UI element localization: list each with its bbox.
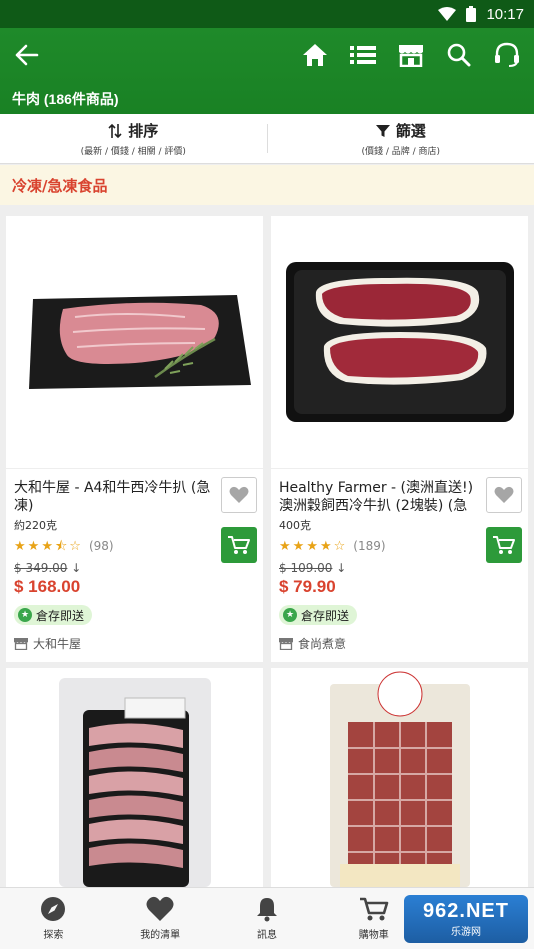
stock-badge: ★ 倉存即送: [14, 605, 93, 625]
review-count: (98): [88, 539, 114, 553]
price-down-arrow-icon: ↓: [336, 561, 347, 575]
store-button[interactable]: [394, 38, 428, 72]
shop-link[interactable]: 大和牛屋: [14, 635, 81, 652]
star-full-icon: ★: [41, 538, 53, 554]
list-icon: [350, 46, 376, 64]
heart-icon: [146, 896, 174, 921]
filter-label: 篩選: [395, 122, 426, 140]
sort-button[interactable]: 排序 (最新 / 價錢 / 相關 / 評價): [0, 114, 267, 163]
product-info: Healthy Farmer - (澳洲直送!) 澳洲穀飼西冷牛扒 (2塊裝) …: [271, 468, 528, 651]
status-time: 10:17: [486, 5, 524, 23]
sale-price: $ 79.90: [279, 577, 336, 596]
home-button[interactable]: [298, 38, 332, 72]
sort-options-hint: (最新 / 價錢 / 相關 / 評價): [80, 147, 186, 157]
product-name[interactable]: 大和牛屋 - A4和牛西冷牛扒 (急凍): [14, 479, 212, 515]
product-card[interactable]: 大和牛屋 - A4和牛西冷牛扒 (急凍) 約220克 ★ ★ ★ ⯪ ☆ (98…: [6, 216, 263, 662]
sort-label: 排序: [128, 122, 159, 140]
star-full-icon: ★: [306, 538, 318, 554]
star-empty-icon: ☆: [69, 538, 81, 554]
sale-price: $ 168.00: [14, 577, 81, 596]
store-icon: [399, 45, 423, 67]
list-button[interactable]: [346, 38, 380, 72]
filter-button[interactable]: 篩選 (價錢 / 品牌 / 商店): [268, 114, 534, 163]
battery-icon: [466, 6, 477, 22]
product-name[interactable]: Healthy Farmer - (澳洲直送!) 澳洲穀飼西冷牛扒 (2塊裝) …: [279, 479, 477, 515]
product-image[interactable]: [6, 216, 263, 468]
star-full-icon: ★: [279, 538, 291, 554]
product-image[interactable]: [271, 668, 528, 887]
add-to-wishlist-button[interactable]: [221, 477, 257, 513]
nav-messages-label: 訊息: [256, 930, 277, 941]
star-half-icon: ⯪: [54, 538, 68, 554]
add-to-cart-button[interactable]: [221, 527, 257, 563]
star-badge-icon: ★: [283, 608, 297, 622]
support-button[interactable]: [490, 38, 524, 72]
product-rating: ★ ★ ★ ★ ☆ (189): [279, 539, 386, 553]
star-full-icon: ★: [292, 538, 305, 554]
stock-badge: ★ 倉存即送: [279, 605, 358, 625]
back-arrow-icon: [15, 44, 39, 66]
sliced-beef-pack-image: [58, 678, 211, 887]
add-to-wishlist-button[interactable]: [486, 477, 522, 513]
wagyu-steak-image: [28, 295, 251, 389]
home-icon: [303, 44, 327, 66]
filter-options-hint: (價錢 / 品牌 / 商店): [361, 147, 441, 157]
shop-name: 食尚煮意: [298, 637, 347, 651]
back-button[interactable]: [12, 40, 42, 70]
review-count: (189): [353, 539, 386, 553]
nav-messages[interactable]: 訊息: [214, 888, 321, 949]
product-card[interactable]: [271, 668, 528, 887]
sirloin-steak-tray-image: [285, 262, 514, 422]
original-price: $ 349.00 ↓: [14, 561, 82, 575]
category-banner: 冷凍/急凍食品: [0, 165, 534, 205]
wifi-icon: [438, 7, 457, 21]
shop-name: 大和牛屋: [33, 637, 82, 651]
price-down-arrow-icon: ↓: [71, 561, 82, 575]
star-full-icon: ★: [14, 538, 26, 554]
original-price: $ 109.00 ↓: [279, 561, 347, 575]
sort-filter-bar: 排序 (最新 / 價錢 / 相關 / 評價) 篩選 (價錢 / 品牌 / 商店): [0, 114, 534, 164]
star-full-icon: ★: [27, 538, 40, 554]
bell-icon: [256, 898, 277, 922]
top-icons: [298, 38, 524, 72]
add-to-cart-button[interactable]: [486, 527, 522, 563]
heart-icon: [229, 486, 249, 503]
star-full-icon: ★: [319, 538, 332, 554]
cart-icon: [359, 897, 389, 921]
shop-link[interactable]: 食尚煮意: [279, 635, 346, 652]
nav-cart-label: 購物車: [358, 930, 389, 941]
app-bar: 牛肉 (186件商品): [0, 28, 534, 114]
product-rating: ★ ★ ★ ⯪ ☆ (98): [14, 539, 114, 553]
watermark-logo: 962.NET 乐游网: [404, 895, 528, 943]
sort-arrows-icon: [108, 123, 122, 138]
nav-explore[interactable]: 探索: [0, 888, 107, 949]
category-label: 冷凍/急凍食品: [12, 176, 108, 195]
nav-explore-label: 探索: [43, 930, 64, 941]
headset-icon: [495, 42, 519, 67]
filter-funnel-icon: [375, 124, 390, 137]
shop-icon: [14, 638, 28, 650]
search-icon: [447, 43, 471, 67]
nav-wishlist-label: 我的清單: [140, 930, 181, 941]
nav-wishlist[interactable]: 我的清單: [107, 888, 214, 949]
cart-icon: [228, 536, 250, 554]
page-title: 牛肉 (186件商品): [12, 91, 119, 107]
shop-icon: [279, 638, 293, 650]
star-empty-icon: ☆: [333, 538, 346, 554]
product-weight: 400克: [279, 519, 311, 532]
search-button[interactable]: [442, 38, 476, 72]
product-image[interactable]: [6, 668, 263, 887]
status-bar: 10:17: [0, 0, 534, 28]
product-info: 大和牛屋 - A4和牛西冷牛扒 (急凍) 約220克 ★ ★ ★ ⯪ ☆ (98…: [6, 468, 263, 651]
product-weight: 約220克: [14, 519, 57, 532]
cart-icon: [493, 536, 515, 554]
compass-icon: [41, 897, 66, 921]
star-badge-icon: ★: [18, 608, 32, 622]
heart-icon: [494, 486, 514, 503]
beef-cubes-pack-image: [329, 671, 470, 887]
product-image[interactable]: [271, 216, 528, 468]
product-card[interactable]: [6, 668, 263, 887]
product-card[interactable]: Healthy Farmer - (澳洲直送!) 澳洲穀飼西冷牛扒 (2塊裝) …: [271, 216, 528, 662]
